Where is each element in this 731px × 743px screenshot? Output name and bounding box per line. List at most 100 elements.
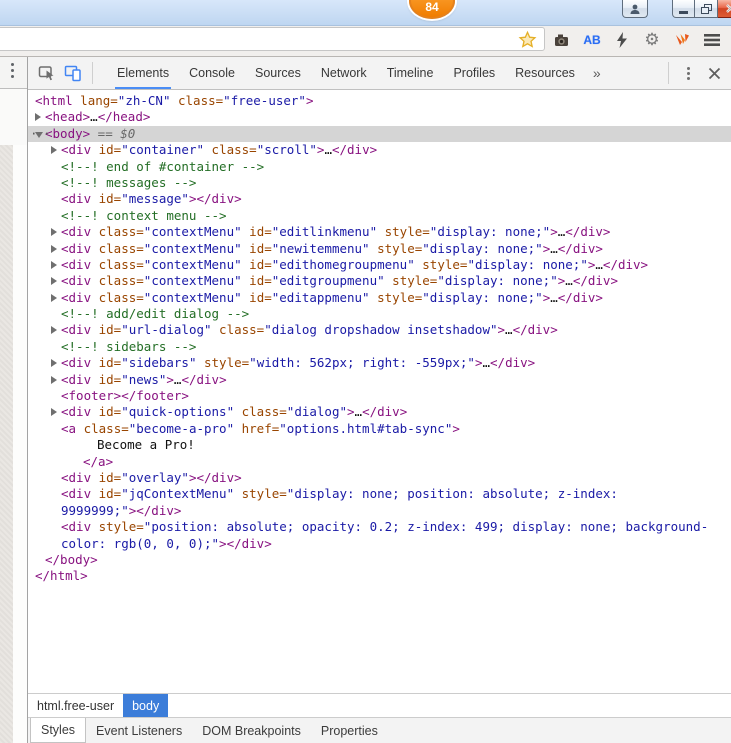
orange-shield-extension-icon[interactable]	[671, 29, 693, 51]
browser-menu-icon[interactable]	[701, 29, 723, 51]
lightning-extension-icon[interactable]	[611, 29, 633, 51]
dom-tree-row[interactable]: 9999999;"></div>	[28, 503, 731, 519]
dom-tree-row[interactable]: <div id="message"></div>	[28, 191, 731, 207]
token-att: style=	[91, 519, 144, 534]
token-att: class=	[91, 273, 144, 288]
tab-console[interactable]: Console	[179, 57, 245, 89]
disclosure-collapsed-icon[interactable]	[51, 326, 57, 334]
dom-tree-row[interactable]: <div id="jqContextMenu" style="display: …	[28, 486, 731, 502]
token-txt: …	[550, 290, 558, 305]
dom-tree-row[interactable]: <!--! add/edit dialog -->	[28, 306, 731, 322]
disclosure-collapsed-icon[interactable]	[51, 359, 57, 367]
breadcrumb: html.free-userbody	[28, 693, 731, 717]
address-bar[interactable]	[0, 27, 545, 51]
token-att: class=	[212, 322, 265, 337]
dom-tree-row[interactable]: <a class="become-a-pro" href="options.ht…	[28, 421, 731, 437]
disclosure-collapsed-icon[interactable]	[51, 376, 57, 384]
restore-icon	[701, 4, 712, 14]
breadcrumb-body[interactable]: body	[123, 694, 168, 717]
token-txt: …	[90, 109, 98, 124]
device-toolbar-icon[interactable]	[60, 60, 86, 86]
page-behind-devtools	[0, 57, 28, 743]
dom-tree-row[interactable]: <!--! messages -->	[28, 175, 731, 191]
dom-tree-row[interactable]: <div class="contextMenu" id="newitemmenu…	[28, 241, 731, 257]
dom-tree-row[interactable]: <!--! context menu -->	[28, 208, 731, 224]
dom-tree-row[interactable]: <div id="news">…</div>	[28, 372, 731, 388]
dom-tree-row[interactable]: <div class="contextMenu" id="editappmenu…	[28, 290, 731, 306]
token-val: "dialog"	[287, 404, 347, 419]
token-tag: ></div>	[189, 191, 242, 206]
dom-tree-row[interactable]: </a>	[28, 454, 731, 470]
dom-tree-row[interactable]: <div class="contextMenu" id="edithomegro…	[28, 257, 731, 273]
dom-tree-row[interactable]: <div id="url-dialog" class="dialog drops…	[28, 322, 731, 338]
tab-resources[interactable]: Resources	[505, 57, 585, 89]
tab-sources[interactable]: Sources	[245, 57, 311, 89]
dom-tree-row[interactable]: <footer></footer>	[28, 388, 731, 404]
sidebar-tab-styles[interactable]: Styles	[30, 718, 86, 743]
token-tag: </div>	[332, 142, 377, 157]
dom-tree-row[interactable]: <div style="position: absolute; opacity:…	[28, 519, 731, 535]
tab-profiles[interactable]: Profiles	[443, 57, 505, 89]
disclosure-collapsed-icon[interactable]	[51, 408, 57, 416]
token-att: class=	[170, 93, 223, 108]
dom-tree-row[interactable]: </html>	[28, 568, 731, 584]
token-tag: >	[498, 322, 506, 337]
camera-extension-icon[interactable]	[551, 29, 573, 51]
disclosure-expanded-icon[interactable]	[35, 132, 43, 138]
token-tag: <div	[61, 486, 91, 501]
adblock-extension-icon[interactable]: AB	[581, 29, 603, 51]
dom-tree-row[interactable]: <!--! end of #container -->	[28, 159, 731, 175]
dom-tree-row[interactable]: <div id="container" class="scroll">…</di…	[28, 142, 731, 158]
token-att: lang=	[73, 93, 118, 108]
disclosure-collapsed-icon[interactable]	[51, 277, 57, 285]
tab-network[interactable]: Network	[311, 57, 377, 89]
dom-tree: <html lang="zh-CN" class="free-user"><he…	[28, 90, 731, 693]
dom-tree-row[interactable]: Become a Pro!	[28, 437, 731, 453]
breadcrumb-html-free-user[interactable]: html.free-user	[28, 694, 123, 717]
overflow-menu-icon[interactable]	[675, 60, 701, 86]
dom-tree-row[interactable]: <html lang="zh-CN" class="free-user">	[28, 93, 731, 109]
token-val: "contextMenu"	[144, 224, 242, 239]
token-tag: </div>	[181, 372, 226, 387]
restore-button[interactable]	[695, 0, 718, 18]
dom-tree-row[interactable]: <div class="contextMenu" id="editgroupme…	[28, 273, 731, 289]
page-overflow-menu-icon[interactable]	[11, 63, 14, 81]
dom-tree-row[interactable]: <div id="overlay"></div>	[28, 470, 731, 486]
disclosure-collapsed-icon[interactable]	[51, 228, 57, 236]
dom-tree-row[interactable]: <div id="quick-options" class="dialog">……	[28, 404, 731, 420]
token-att: style=	[377, 224, 430, 239]
disclosure-collapsed-icon[interactable]	[51, 146, 57, 154]
bookmark-star-icon[interactable]	[518, 30, 537, 49]
token-val: color: rgb(0, 0, 0);"	[61, 536, 219, 551]
dom-tree-row[interactable]: <div id="sidebars" style="width: 562px; …	[28, 355, 731, 371]
dom-tree-row[interactable]: ···<body> == $0	[28, 126, 731, 142]
more-tabs-button[interactable]: »	[587, 65, 607, 81]
tab-elements[interactable]: Elements	[107, 57, 179, 89]
sidebar-tab-dom-breakpoints[interactable]: DOM Breakpoints	[192, 718, 311, 743]
sidebar-tab-properties[interactable]: Properties	[311, 718, 388, 743]
token-att: class=	[91, 224, 144, 239]
tab-timeline[interactable]: Timeline	[377, 57, 444, 89]
token-val: "display: none;"	[467, 257, 587, 272]
browser-toolbar: AB ⚙	[0, 26, 731, 57]
close-button[interactable]	[718, 0, 731, 18]
token-att: class=	[76, 421, 129, 436]
disclosure-collapsed-icon[interactable]	[51, 294, 57, 302]
dom-tree-row[interactable]: <!--! sidebars -->	[28, 339, 731, 355]
token-txt: …	[595, 257, 603, 272]
dom-tree-row[interactable]: </body>	[28, 552, 731, 568]
profile-button[interactable]	[622, 0, 648, 18]
gear-extension-icon[interactable]: ⚙	[641, 29, 663, 51]
disclosure-collapsed-icon[interactable]	[51, 245, 57, 253]
sidebar-tab-event-listeners[interactable]: Event Listeners	[86, 718, 192, 743]
disclosure-collapsed-icon[interactable]	[51, 261, 57, 269]
dom-tree-row[interactable]: <head>…</head>	[28, 109, 731, 125]
inspect-element-icon[interactable]	[34, 60, 60, 86]
dom-tree-row[interactable]: <div class="contextMenu" id="editlinkmen…	[28, 224, 731, 240]
token-val: "editappmenu"	[272, 290, 370, 305]
dom-tree-row[interactable]: color: rgb(0, 0, 0);"></div>	[28, 536, 731, 552]
token-tag: >	[550, 224, 558, 239]
disclosure-collapsed-icon[interactable]	[35, 113, 41, 121]
close-devtools-icon[interactable]	[701, 60, 727, 86]
minimize-button[interactable]	[672, 0, 695, 18]
